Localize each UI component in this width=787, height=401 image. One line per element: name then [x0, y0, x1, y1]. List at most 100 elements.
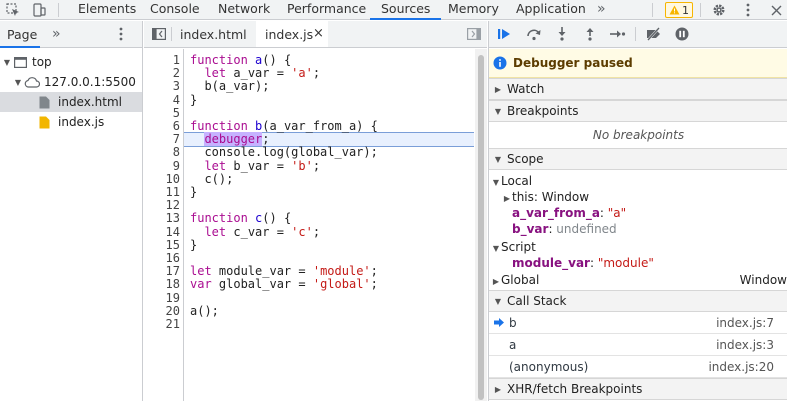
tab-console[interactable]: Console [150, 0, 200, 20]
toggle-debugger-sidebar-icon[interactable] [467, 28, 482, 43]
call-frame-location[interactable]: index.js:7 [716, 316, 774, 330]
section-scope[interactable]: ▼ Scope [489, 148, 787, 170]
step-into-icon[interactable] [554, 26, 570, 42]
line-number[interactable]: 4 [150, 93, 180, 107]
call-frame-b[interactable]: b index.js:7 [489, 312, 787, 334]
line-number[interactable]: 5 [150, 106, 180, 120]
resume-icon[interactable] [498, 26, 514, 42]
deactivate-breakpoints-icon[interactable] [646, 26, 662, 42]
tab-performance[interactable]: Performance [287, 0, 366, 20]
source-editor: index.html index.js × 1 2 3 4 5 6 7 8 9 10 11 12 13 1… [144, 21, 487, 401]
tab-network[interactable]: Network [218, 0, 270, 20]
code-line: c(); [190, 171, 234, 186]
line-number[interactable]: 21 [150, 318, 180, 331]
navigator-header: Page » [0, 21, 142, 48]
call-frame-a[interactable]: a index.js:3 [489, 334, 787, 356]
section-watch[interactable]: ▶ Watch [489, 78, 787, 100]
var-name: b_var [512, 222, 549, 236]
scope-global[interactable]: ▶ Global Window [489, 272, 787, 288]
frame-icon [14, 56, 27, 68]
more-tabs-chevron-icon[interactable]: » [597, 0, 606, 20]
call-frame-location[interactable]: index.js:20 [708, 360, 774, 374]
section-title: Call Stack [507, 294, 567, 308]
more-navigator-tabs-chevron-icon[interactable]: » [52, 26, 61, 42]
tree-item-file-index-js[interactable]: index.js [0, 112, 142, 132]
more-options-kebab-icon[interactable] [739, 0, 757, 20]
call-frame-location[interactable]: index.js:3 [716, 338, 774, 352]
line-number[interactable]: 14 [150, 225, 180, 239]
tab-application[interactable]: Application [516, 0, 586, 20]
line-number[interactable]: 19 [150, 291, 180, 305]
expanded-triangle-icon: ▼ [494, 154, 502, 164]
toggle-navigator-icon[interactable] [152, 28, 167, 43]
section-call-stack[interactable]: ▼ Call Stack [489, 290, 787, 312]
line-number[interactable]: 18 [150, 278, 180, 291]
tree-item-file-index-html[interactable]: index.html [0, 92, 142, 112]
scope-var-module-var[interactable]: module_var: "module" [489, 255, 787, 271]
var-name: module_var [512, 256, 590, 270]
step-out-icon[interactable] [582, 26, 598, 42]
scope-var-b-var[interactable]: b_var: undefined [489, 221, 787, 237]
editor-scrollbar[interactable] [475, 49, 487, 401]
inspect-element-icon[interactable] [4, 0, 22, 20]
settings-gear-icon[interactable] [710, 0, 728, 20]
close-devtools-icon[interactable] [767, 0, 785, 20]
line-number[interactable]: 8 [150, 146, 180, 159]
scrollbar-thumb[interactable] [478, 55, 484, 400]
line-number[interactable]: 7 [150, 133, 180, 146]
line-number[interactable]: 11 [150, 186, 180, 199]
code-line: } [190, 92, 198, 107]
device-toolbar-icon[interactable] [30, 0, 48, 20]
tab-memory[interactable]: Memory [448, 0, 499, 20]
warnings-badge[interactable]: 1 [665, 2, 693, 18]
step-icon[interactable] [610, 26, 626, 42]
line-number[interactable]: 13 [150, 212, 180, 225]
tree-item-top[interactable]: ▼ top [0, 52, 142, 72]
tree-item-label: index.js [58, 115, 105, 129]
tab-elements[interactable]: Elements [78, 0, 136, 20]
code-line: b(a_var); [190, 79, 270, 94]
scope-var-this[interactable]: ▶ this: Window [489, 189, 787, 205]
line-number[interactable]: 1 [150, 54, 180, 67]
expand-triangle-icon[interactable]: ▼ [13, 78, 23, 87]
section-xhr-breakpoints[interactable]: ▶ XHR/fetch Breakpoints [489, 378, 787, 400]
line-number[interactable]: 2 [150, 67, 180, 80]
scope-script[interactable]: ▼ Script [489, 239, 787, 255]
pause-on-exceptions-icon[interactable] [674, 26, 690, 42]
editor-tab-index-html[interactable]: index.html [180, 27, 247, 42]
code-line: } [190, 237, 198, 252]
collapsed-triangle-icon: ▶ [494, 84, 502, 94]
html-file-icon [39, 96, 50, 108]
code-line: function b(a_var_from_a) { [190, 119, 378, 133]
line-number[interactable]: 12 [150, 199, 180, 212]
line-number[interactable]: 10 [150, 172, 180, 186]
line-number[interactable]: 16 [150, 252, 180, 265]
expanded-triangle-icon: ▼ [494, 106, 502, 116]
scope-var-a-var-from-a[interactable]: a_var_from_a: "a" [489, 205, 787, 221]
step-over-icon[interactable] [526, 26, 542, 42]
scope-local[interactable]: ▼ Local [489, 173, 787, 189]
line-number[interactable]: 9 [150, 159, 180, 173]
js-file-icon [39, 116, 50, 128]
editor-tab-index-js[interactable]: index.js × [256, 21, 328, 47]
expanded-triangle-icon: ▼ [494, 296, 502, 306]
section-title: XHR/fetch Breakpoints [507, 382, 643, 396]
line-number-gutter[interactable]: 1 2 3 4 5 6 7 8 9 10 11 12 13 14 15 16 17 18 19 20 21 [144, 49, 184, 401]
line-number[interactable]: 17 [150, 265, 180, 278]
tree-item-label: index.html [58, 95, 122, 109]
section-breakpoints[interactable]: ▼ Breakpoints [489, 100, 787, 122]
line-number[interactable]: 3 [150, 80, 180, 93]
line-number[interactable]: 15 [150, 238, 180, 252]
navigator-menu-kebab-icon[interactable] [119, 27, 123, 44]
tab-sources[interactable]: Sources [370, 0, 442, 20]
line-number[interactable]: 6 [150, 120, 180, 133]
code-area[interactable]: 1 2 3 4 5 6 7 8 9 10 11 12 13 14 15 16 17 18 19 20 21 functi… [144, 49, 487, 401]
tab-page[interactable]: Page [7, 27, 37, 42]
call-frame-anonymous[interactable]: (anonymous) index.js:20 [489, 356, 787, 378]
active-tab-indicator [0, 46, 40, 48]
tree-item-label: 127.0.0.1:5500 [44, 75, 136, 89]
tree-item-origin[interactable]: ▼ 127.0.0.1:5500 [0, 72, 142, 92]
line-number[interactable]: 20 [150, 304, 180, 318]
close-tab-icon[interactable]: × [313, 26, 324, 41]
expand-triangle-icon[interactable]: ▼ [2, 58, 12, 67]
